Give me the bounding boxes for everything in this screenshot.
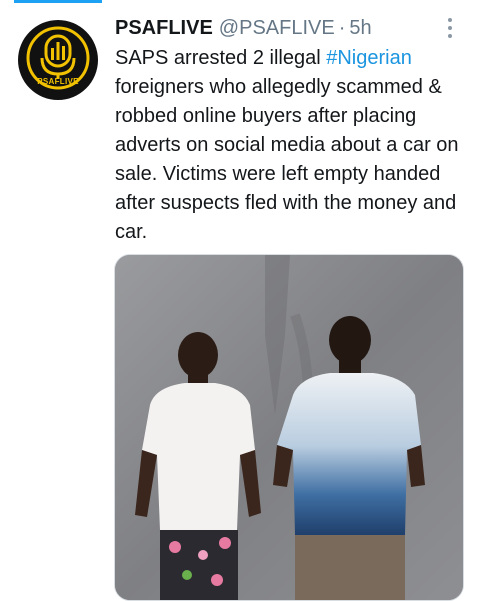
hashtag-link[interactable]: #Nigerian xyxy=(326,47,412,69)
tweet-text-part: foreigners who allegedly scammed & robbe… xyxy=(115,76,459,243)
photo-image xyxy=(115,255,463,600)
more-dot-icon xyxy=(448,18,452,22)
more-options-button[interactable] xyxy=(440,16,460,40)
tweet-header: PSAFLIVE @PSAFLIVE · 5h xyxy=(115,14,372,42)
user-handle[interactable]: @PSAFLIVE xyxy=(219,14,335,42)
microphone-icon xyxy=(26,26,90,90)
tweet-text-part: SAPS arrested 2 illegal xyxy=(115,47,327,69)
display-name[interactable]: PSAFLIVE xyxy=(115,14,213,42)
more-dot-icon xyxy=(448,34,452,38)
avatar[interactable]: PSAFLIVE xyxy=(18,20,98,100)
tweet-photo[interactable] xyxy=(114,254,464,601)
separator-dot: · xyxy=(338,17,346,39)
tweet-text: SAPS arrested 2 illegal #Nigerian foreig… xyxy=(115,44,467,247)
avatar-logo-text: PSAFLIVE xyxy=(37,77,79,86)
timestamp[interactable]: 5h xyxy=(349,14,371,42)
active-tab-indicator xyxy=(14,0,102,3)
more-dot-icon xyxy=(448,26,452,30)
